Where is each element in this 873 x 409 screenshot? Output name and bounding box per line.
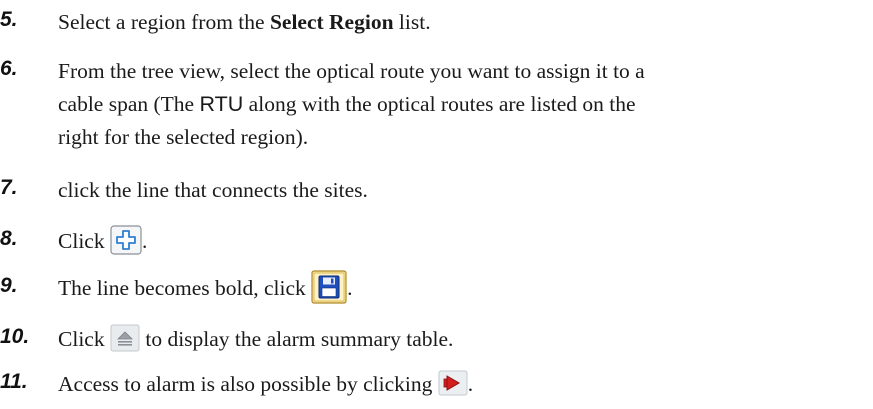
- step-text-part: .: [347, 276, 353, 300]
- select-region-term: Select Region: [269, 10, 394, 34]
- eject-expand-icon[interactable]: [110, 324, 140, 352]
- step-text-part: Click: [58, 327, 110, 351]
- step-text: Click to display the alarm summary table…: [58, 323, 858, 356]
- step-text-part: The line becomes bold, click: [58, 276, 312, 300]
- step-text: Select a region from the Select Region l…: [58, 6, 858, 39]
- step-text: Click .: [58, 225, 858, 258]
- step-text-line: right for the selected region).: [58, 125, 309, 149]
- step-text: The line becomes bold, click .: [58, 270, 858, 307]
- step-number: 8.: [0, 227, 18, 250]
- step-text: click the line that connects the sites.: [58, 178, 368, 202]
- step-number: 7.: [0, 176, 18, 199]
- step-text-part: Access to alarm is also possible by clic…: [58, 372, 438, 396]
- alarm-arrow-icon[interactable]: [438, 370, 468, 396]
- step-text-part: to display the alarm summary table.: [139, 327, 454, 351]
- step-number: 6.: [0, 57, 18, 80]
- step-text: From the tree view, select the optical r…: [58, 55, 858, 154]
- rtu-term: RTU: [199, 92, 244, 116]
- step-number: 9.: [0, 274, 18, 297]
- step-text-line: cable span (The RTU along with the optic…: [58, 88, 858, 121]
- step-number: 10.: [0, 325, 30, 348]
- step-number: 11.: [0, 370, 28, 393]
- step-text-part: along with the optical routes are listed…: [243, 92, 636, 116]
- save-floppy-icon[interactable]: [311, 270, 347, 304]
- step-text-part: .: [141, 229, 148, 253]
- step-text-part: Select a region from the: [58, 10, 270, 34]
- step-text: Access to alarm is also possible by clic…: [58, 368, 858, 401]
- step-text-part: cable span (The: [58, 92, 200, 116]
- step-text-line: From the tree view, select the optical r…: [58, 59, 645, 83]
- add-plus-icon[interactable]: [110, 225, 142, 255]
- step-text-part: list.: [393, 10, 431, 34]
- step-number: 5.: [0, 8, 18, 31]
- step-text-part: .: [467, 372, 474, 396]
- step-text-part: Click: [58, 229, 110, 253]
